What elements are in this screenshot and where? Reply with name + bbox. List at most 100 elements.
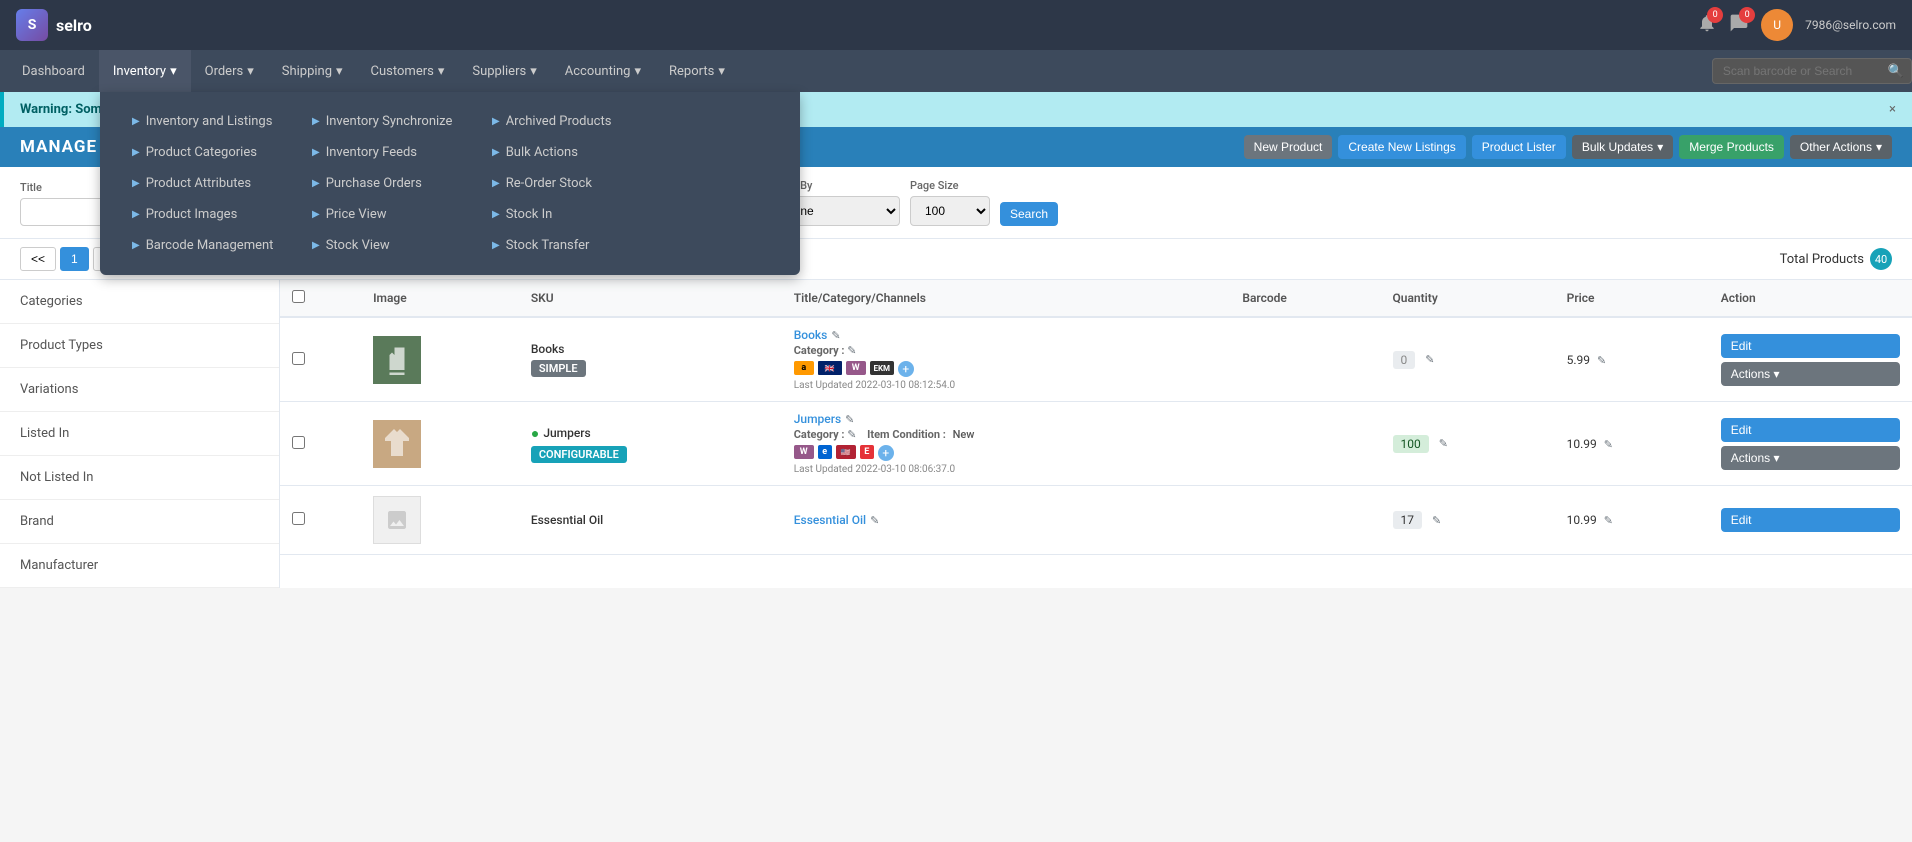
arrow-icon: ▶ xyxy=(132,116,140,127)
ekm-channel-icon[interactable]: EKM xyxy=(870,361,894,375)
dropdown-item-stock-transfer[interactable]: ▶ Stock Transfer xyxy=(484,232,664,259)
sidebar-item-categories[interactable]: Categories xyxy=(0,280,279,324)
row-quantity: 0 ✎ xyxy=(1381,317,1555,402)
message-icon[interactable]: 0 xyxy=(1729,13,1749,37)
product-title-link[interactable]: Jumpers xyxy=(794,412,841,426)
dropdown-item-bulk-actions[interactable]: ▶ Bulk Actions xyxy=(484,139,664,166)
avatar[interactable]: U xyxy=(1761,9,1793,41)
dropdown-col-2: ▶ Inventory Synchronize ▶ Inventory Feed… xyxy=(304,108,484,259)
sidebar-item-not-listed-in[interactable]: Not Listed In xyxy=(0,456,279,500)
notification-badge: 0 xyxy=(1707,7,1723,23)
dropdown-item-price-view[interactable]: ▶ Price View xyxy=(304,201,484,228)
sidebar-item-manufacturer[interactable]: Manufacturer xyxy=(0,544,279,588)
amazon-channel-icon[interactable]: a xyxy=(794,361,814,375)
product-category: Category : ✎ xyxy=(794,344,1219,357)
nav-shipping-caret: ▾ xyxy=(336,64,343,79)
notification-bell[interactable]: 0 xyxy=(1697,13,1717,37)
woo-channel-icon[interactable]: W xyxy=(794,445,814,459)
th-action: Action xyxy=(1709,280,1912,317)
nav-reports[interactable]: Reports ▾ xyxy=(655,50,739,92)
edit-price-icon[interactable]: ✎ xyxy=(1597,354,1606,367)
edit-title-icon[interactable]: ✎ xyxy=(870,514,879,527)
row-price: 5.99 ✎ xyxy=(1555,317,1709,402)
row-checkbox xyxy=(280,486,361,555)
quantity-value: 100 xyxy=(1393,435,1429,453)
nav-shipping[interactable]: Shipping ▾ xyxy=(268,50,357,92)
product-image xyxy=(373,420,421,468)
table-row: Books SIMPLE Books ✎ Category : ✎ xyxy=(280,317,1912,402)
add-channel-icon[interactable]: + xyxy=(898,361,914,377)
row-select-checkbox[interactable] xyxy=(292,436,305,449)
us-channel-icon[interactable]: 🇺🇸 xyxy=(836,445,856,459)
product-image xyxy=(373,336,421,384)
dropdown-item-stock-view[interactable]: ▶ Stock View xyxy=(304,232,484,259)
nav-accounting[interactable]: Accounting ▾ xyxy=(551,50,655,92)
edit-button[interactable]: Edit xyxy=(1721,334,1900,358)
nav-orders-caret: ▾ xyxy=(247,64,254,79)
logo-icon: S xyxy=(16,9,48,41)
select-all-checkbox[interactable] xyxy=(292,290,305,303)
topbar-right: 0 0 U 7986@selro.com xyxy=(1697,9,1896,41)
product-title-link[interactable]: Books xyxy=(794,328,828,342)
channel-icons: W e 🇺🇸 E + xyxy=(794,445,1219,461)
nav-search-input[interactable] xyxy=(1712,58,1912,84)
dropdown-item-inventory-synchronize[interactable]: ▶ Inventory Synchronize xyxy=(304,108,484,135)
edit-category-icon[interactable]: ✎ xyxy=(847,428,856,441)
edit-price-icon[interactable]: ✎ xyxy=(1604,438,1613,451)
channel-icons: a 🇬🇧 W EKM + xyxy=(794,361,1219,377)
nav-accounting-caret: ▾ xyxy=(634,64,641,79)
dropdown-item-inventory-feeds[interactable]: ▶ Inventory Feeds xyxy=(304,139,484,166)
sidebar-item-brand[interactable]: Brand xyxy=(0,500,279,544)
ebay2-channel-icon[interactable]: E xyxy=(860,445,874,459)
dropdown-item-product-images[interactable]: ▶ Product Images xyxy=(124,201,304,228)
nav-inventory[interactable]: Inventory ▾ xyxy=(99,50,191,92)
nav-customers[interactable]: Customers ▾ xyxy=(357,50,459,92)
woo-channel-icon[interactable]: W xyxy=(846,361,866,375)
product-title-link[interactable]: Essesntial Oil xyxy=(794,513,866,527)
edit-button[interactable]: Edit xyxy=(1721,418,1900,442)
row-checkbox xyxy=(280,402,361,486)
sidebar-item-variations[interactable]: Variations xyxy=(0,368,279,412)
sku-tag: SIMPLE xyxy=(531,360,586,377)
add-channel-icon[interactable]: + xyxy=(878,445,894,461)
dropdown-item-reorder-stock[interactable]: ▶ Re-Order Stock xyxy=(484,170,664,197)
dropdown-item-barcode-management[interactable]: ▶ Barcode Management xyxy=(124,232,304,259)
actions-dropdown-button[interactable]: Actions ▾ xyxy=(1721,446,1900,470)
edit-quantity-icon[interactable]: ✎ xyxy=(1425,353,1434,366)
edit-quantity-icon[interactable]: ✎ xyxy=(1439,437,1448,450)
nav-reports-caret: ▾ xyxy=(718,64,725,79)
table-row: ● Jumpers CONFIGURABLE Jumpers ✎ Categor… xyxy=(280,402,1912,486)
dropdown-item-product-attributes[interactable]: ▶ Product Attributes xyxy=(124,170,304,197)
edit-category-icon[interactable]: ✎ xyxy=(847,344,856,357)
nav-suppliers[interactable]: Suppliers ▾ xyxy=(458,50,550,92)
dropdown-item-inventory-listings[interactable]: ▶ Inventory and Listings xyxy=(124,108,304,135)
th-quantity: Quantity xyxy=(1381,280,1555,317)
th-image: Image xyxy=(361,280,519,317)
row-select-checkbox[interactable] xyxy=(292,352,305,365)
edit-title-icon[interactable]: ✎ xyxy=(831,329,840,342)
row-select-checkbox[interactable] xyxy=(292,512,305,525)
edit-button[interactable]: Edit xyxy=(1721,508,1900,532)
edit-price-icon[interactable]: ✎ xyxy=(1604,514,1613,527)
edit-quantity-icon[interactable]: ✎ xyxy=(1432,514,1441,527)
nav-dashboard[interactable]: Dashboard xyxy=(8,50,99,92)
dropdown-item-product-categories[interactable]: ▶ Product Categories xyxy=(124,139,304,166)
nav-search-icon[interactable]: 🔍 xyxy=(1888,64,1904,79)
actions-dropdown-button[interactable]: Actions ▾ xyxy=(1721,362,1900,386)
nav-orders[interactable]: Orders ▾ xyxy=(191,50,268,92)
edit-title-icon[interactable]: ✎ xyxy=(845,413,854,426)
sidebar-item-listed-in[interactable]: Listed In xyxy=(0,412,279,456)
dropdown-item-stock-in[interactable]: ▶ Stock In xyxy=(484,201,664,228)
ebay-channel-icon[interactable]: e xyxy=(818,445,832,459)
sidebar-item-product-types[interactable]: Product Types xyxy=(0,324,279,368)
item-condition-value: New xyxy=(953,428,975,441)
active-indicator: ● xyxy=(531,425,539,442)
uk-channel-icon[interactable]: 🇬🇧 xyxy=(818,361,842,375)
action-buttons-col: Edit Actions ▾ xyxy=(1721,334,1900,386)
arrow-icon: ▶ xyxy=(312,240,320,251)
row-price: 10.99 ✎ xyxy=(1555,486,1709,555)
dropdown-item-purchase-orders[interactable]: ▶ Purchase Orders xyxy=(304,170,484,197)
arrow-icon: ▶ xyxy=(312,178,320,189)
user-email: 7986@selro.com xyxy=(1805,18,1896,32)
dropdown-item-archived-products[interactable]: ▶ Archived Products xyxy=(484,108,664,135)
